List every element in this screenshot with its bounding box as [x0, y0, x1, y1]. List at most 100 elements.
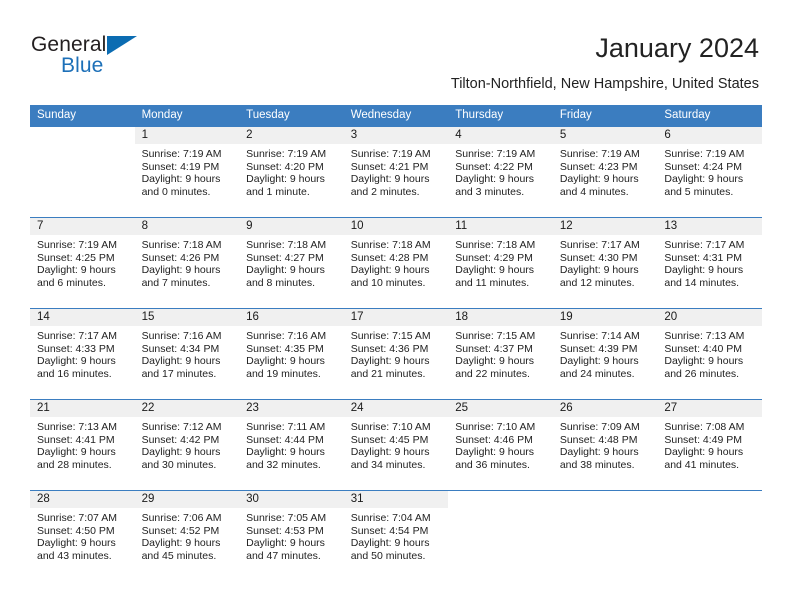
day-cell[interactable]: 26 Sunrise: 7:09 AM Sunset: 4:48 PM Dayl…	[552, 399, 658, 491]
day-number: 1	[134, 127, 240, 144]
day-number: 2	[239, 127, 344, 144]
day-cell[interactable]	[448, 490, 553, 581]
day-cell[interactable]: 4 Sunrise: 7:19 AM Sunset: 4:22 PM Dayli…	[448, 127, 553, 218]
day-cell[interactable]: 24 Sunrise: 7:10 AM Sunset: 4:45 PM Dayl…	[343, 399, 449, 491]
day-details: Sunrise: 7:18 AM Sunset: 4:28 PM Dayligh…	[344, 235, 449, 289]
day-number: 20	[657, 309, 762, 326]
day-details: Sunrise: 7:16 AM Sunset: 4:35 PM Dayligh…	[239, 326, 344, 380]
day-details: Sunrise: 7:14 AM Sunset: 4:39 PM Dayligh…	[553, 326, 658, 380]
day-number: 15	[134, 309, 240, 326]
day-cell[interactable]: 16 Sunrise: 7:16 AM Sunset: 4:35 PM Dayl…	[239, 308, 344, 400]
day-details: Sunrise: 7:13 AM Sunset: 4:41 PM Dayligh…	[30, 417, 135, 471]
day-cell[interactable]: 8 Sunrise: 7:18 AM Sunset: 4:26 PM Dayli…	[134, 217, 240, 309]
daylight-text-line1: Daylight: 9 hours	[559, 173, 639, 186]
daylight-text-line2: and 7 minutes.	[141, 276, 211, 289]
day-cell[interactable]: 12 Sunrise: 7:17 AM Sunset: 4:30 PM Dayl…	[552, 217, 658, 309]
daylight-text-line1: Daylight: 9 hours	[246, 173, 325, 186]
daylight-text-line2: and 17 minutes.	[141, 367, 217, 380]
day-cell[interactable]: 20 Sunrise: 7:13 AM Sunset: 4:40 PM Dayl…	[657, 308, 762, 400]
sunrise-text: Sunrise: 7:05 AM	[246, 512, 327, 524]
day-cell[interactable]: 10 Sunrise: 7:18 AM Sunset: 4:28 PM Dayl…	[343, 217, 449, 309]
day-cell[interactable]: 17 Sunrise: 7:15 AM Sunset: 4:36 PM Dayl…	[343, 308, 449, 400]
daylight-text-line2: and 28 minutes.	[37, 458, 112, 471]
logo-triangle-icon	[107, 36, 137, 55]
daylight-text-line1: Daylight: 9 hours	[350, 355, 430, 368]
sunset-text: Sunset: 4:41 PM	[37, 433, 115, 446]
day-cell[interactable]	[30, 127, 135, 218]
day-cell[interactable]: 28 Sunrise: 7:07 AM Sunset: 4:50 PM Dayl…	[30, 490, 135, 581]
sunset-text: Sunset: 4:39 PM	[559, 342, 638, 355]
day-cell[interactable]: 1 Sunrise: 7:19 AM Sunset: 4:19 PM Dayli…	[134, 127, 240, 218]
day-cell[interactable]: 31 Sunrise: 7:04 AM Sunset: 4:54 PM Dayl…	[343, 490, 449, 581]
sunrise-text: Sunrise: 7:18 AM	[141, 239, 222, 251]
sunset-text: Sunset: 4:37 PM	[455, 342, 533, 355]
sunset-text: Sunset: 4:28 PM	[350, 251, 429, 264]
daylight-text-line2: and 10 minutes.	[350, 276, 426, 289]
day-cell[interactable]	[552, 490, 658, 581]
day-cell[interactable]	[657, 490, 762, 581]
day-cell-inner	[30, 127, 135, 216]
day-cell[interactable]: 19 Sunrise: 7:14 AM Sunset: 4:39 PM Dayl…	[552, 308, 658, 400]
day-cell[interactable]: 6 Sunrise: 7:19 AM Sunset: 4:24 PM Dayli…	[657, 127, 762, 218]
day-cell[interactable]: 27 Sunrise: 7:08 AM Sunset: 4:49 PM Dayl…	[657, 399, 762, 491]
week-row: 14 Sunrise: 7:17 AM Sunset: 4:33 PM Dayl…	[30, 308, 762, 400]
day-cell[interactable]: 15 Sunrise: 7:16 AM Sunset: 4:34 PM Dayl…	[134, 308, 240, 400]
sunset-text: Sunset: 4:35 PM	[246, 342, 324, 355]
day-cell[interactable]: 23 Sunrise: 7:11 AM Sunset: 4:44 PM Dayl…	[239, 399, 344, 491]
day-cell[interactable]: 29 Sunrise: 7:06 AM Sunset: 4:52 PM Dayl…	[134, 490, 240, 581]
week-row: 21 Sunrise: 7:13 AM Sunset: 4:41 PM Dayl…	[30, 399, 762, 491]
sunrise-text: Sunrise: 7:17 AM	[664, 239, 745, 251]
day-cell[interactable]: 22 Sunrise: 7:12 AM Sunset: 4:42 PM Dayl…	[134, 399, 240, 491]
day-cell[interactable]: 14 Sunrise: 7:17 AM Sunset: 4:33 PM Dayl…	[30, 308, 135, 400]
page-title: January 2024	[595, 33, 759, 63]
day-number: 27	[657, 400, 762, 417]
sunset-text: Sunset: 4:27 PM	[246, 251, 324, 264]
day-cell[interactable]: 18 Sunrise: 7:15 AM Sunset: 4:37 PM Dayl…	[448, 308, 553, 400]
day-cell-inner: 30 Sunrise: 7:05 AM Sunset: 4:53 PM Dayl…	[239, 491, 344, 580]
day-cell[interactable]: 21 Sunrise: 7:13 AM Sunset: 4:41 PM Dayl…	[30, 399, 135, 491]
daylight-text-line1: Daylight: 9 hours	[455, 446, 535, 459]
day-cell-inner: 31 Sunrise: 7:04 AM Sunset: 4:54 PM Dayl…	[343, 491, 449, 580]
weekday-header-sunday: Sunday	[30, 105, 135, 127]
day-details: Sunrise: 7:07 AM Sunset: 4:50 PM Dayligh…	[30, 508, 135, 562]
day-cell[interactable]: 11 Sunrise: 7:18 AM Sunset: 4:29 PM Dayl…	[448, 217, 553, 309]
day-cell-inner: 11 Sunrise: 7:18 AM Sunset: 4:29 PM Dayl…	[448, 218, 553, 307]
sunrise-text: Sunrise: 7:09 AM	[559, 421, 640, 433]
daylight-text-line2: and 6 minutes.	[37, 276, 106, 289]
sunset-text: Sunset: 4:30 PM	[559, 251, 638, 264]
day-number: 7	[30, 218, 135, 235]
daylight-text-line1: Daylight: 9 hours	[37, 537, 116, 550]
general-blue-logo[interactable]: General Blue	[31, 33, 251, 81]
day-cell-inner: 20 Sunrise: 7:13 AM Sunset: 4:40 PM Dayl…	[657, 309, 762, 398]
day-cell[interactable]: 2 Sunrise: 7:19 AM Sunset: 4:20 PM Dayli…	[239, 127, 344, 218]
day-cell[interactable]: 25 Sunrise: 7:10 AM Sunset: 4:46 PM Dayl…	[448, 399, 553, 491]
day-number: 16	[239, 309, 344, 326]
day-number: 26	[552, 400, 658, 417]
day-cell[interactable]: 5 Sunrise: 7:19 AM Sunset: 4:23 PM Dayli…	[552, 127, 658, 218]
day-number: 24	[343, 400, 449, 417]
day-number: 10	[343, 218, 449, 235]
day-details: Sunrise: 7:17 AM Sunset: 4:33 PM Dayligh…	[30, 326, 135, 380]
day-number: 17	[343, 309, 449, 326]
daylight-text-line2: and 43 minutes.	[37, 549, 112, 562]
weekday-header-thursday: Thursday	[448, 105, 553, 127]
day-cell-inner: 6 Sunrise: 7:19 AM Sunset: 4:24 PM Dayli…	[657, 127, 762, 216]
day-cell[interactable]: 3 Sunrise: 7:19 AM Sunset: 4:21 PM Dayli…	[343, 127, 449, 218]
daylight-text-line2: and 21 minutes.	[350, 367, 426, 380]
sunrise-text: Sunrise: 7:19 AM	[664, 148, 745, 160]
daylight-text-line1: Daylight: 9 hours	[37, 264, 116, 277]
daylight-text-line2: and 26 minutes.	[664, 367, 740, 380]
sunrise-text: Sunrise: 7:19 AM	[350, 148, 431, 160]
daylight-text-line2: and 32 minutes.	[246, 458, 321, 471]
day-cell[interactable]: 13 Sunrise: 7:17 AM Sunset: 4:31 PM Dayl…	[657, 217, 762, 309]
day-cell[interactable]: 30 Sunrise: 7:05 AM Sunset: 4:53 PM Dayl…	[239, 490, 344, 581]
daylight-text-line2: and 3 minutes.	[455, 185, 525, 198]
day-cell[interactable]: 9 Sunrise: 7:18 AM Sunset: 4:27 PM Dayli…	[239, 217, 344, 309]
day-details: Sunrise: 7:13 AM Sunset: 4:40 PM Dayligh…	[657, 326, 762, 380]
daylight-text-line1: Daylight: 9 hours	[37, 446, 116, 459]
daylight-text-line2: and 24 minutes.	[559, 367, 635, 380]
day-cell-inner: 29 Sunrise: 7:06 AM Sunset: 4:52 PM Dayl…	[134, 491, 240, 580]
day-details: Sunrise: 7:04 AM Sunset: 4:54 PM Dayligh…	[344, 508, 449, 562]
day-details: Sunrise: 7:19 AM Sunset: 4:25 PM Dayligh…	[30, 235, 135, 289]
day-cell[interactable]: 7 Sunrise: 7:19 AM Sunset: 4:25 PM Dayli…	[30, 217, 135, 309]
